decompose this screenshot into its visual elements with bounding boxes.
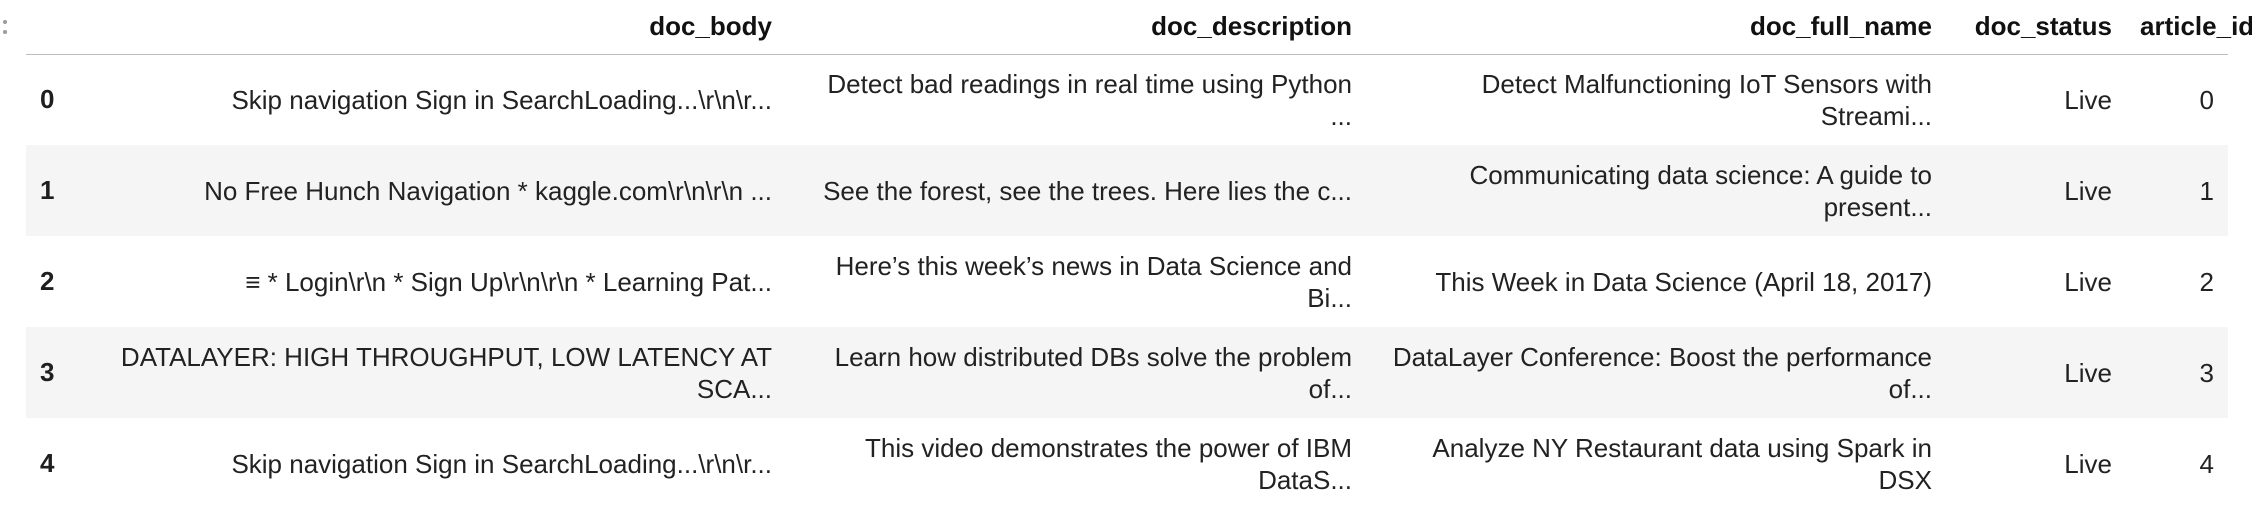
cell-doc-full-name: This Week in Data Science (April 18, 201… — [1435, 266, 1932, 297]
cell-doc-body: DATALAYER: HIGH THROUGHPUT, LOW LATENCY … — [120, 341, 772, 404]
cell-doc-full-name: DataLayer Conference: Boost the performa… — [1392, 341, 1932, 404]
row-index: 2 — [40, 266, 55, 296]
cell-article-id: 0 — [2199, 84, 2214, 115]
header-row: doc_body doc_description doc_full_name d… — [26, 0, 2252, 55]
cell-doc-description: See the forest, see the trees. Here lies… — [823, 175, 1352, 206]
column-header-doc-full-name: doc_full_name — [1366, 0, 1946, 55]
cell-doc-description: Learn how distributed DBs solve the prob… — [834, 341, 1352, 404]
dataframe-table: doc_body doc_description doc_full_name d… — [26, 0, 2252, 509]
column-header-doc-description: doc_description — [786, 0, 1366, 55]
column-header-doc-status: doc_status — [1946, 0, 2126, 55]
cell-article-id: 3 — [2199, 357, 2214, 388]
column-header-doc-body: doc_body — [66, 0, 786, 55]
table-row: 2 ≡ * Login\r\n * Sign Up\r\n\r\n * Lear… — [26, 236, 2228, 327]
row-index: 4 — [40, 448, 55, 478]
cell-article-id: 4 — [2199, 448, 2214, 479]
row-index: 3 — [40, 357, 55, 387]
cell-doc-full-name: Communicating data science: A guide to p… — [1469, 159, 1932, 222]
cell-doc-body: No Free Hunch Navigation * kaggle.com\r\… — [204, 175, 772, 206]
cell-doc-status: Live — [2064, 266, 2112, 297]
column-header-article-id: article_id — [2126, 0, 2252, 55]
cell-article-id: 2 — [2199, 266, 2214, 297]
table-row: 1 No Free Hunch Navigation * kaggle.com\… — [26, 145, 2228, 236]
table-row: 3 DATALAYER: HIGH THROUGHPUT, LOW LATENC… — [26, 327, 2228, 418]
cell-doc-body: ≡ * Login\r\n * Sign Up\r\n\r\n * Learni… — [245, 266, 772, 297]
dataframe-output: doc_body doc_description doc_full_name d… — [26, 0, 2252, 509]
row-index: 1 — [40, 175, 55, 205]
table-row: 0 Skip navigation Sign in SearchLoading.… — [26, 54, 2228, 145]
cell-doc-status: Live — [2064, 357, 2112, 388]
cell-doc-status: Live — [2064, 448, 2112, 479]
cell-article-id: 1 — [2199, 175, 2214, 206]
column-header-index — [26, 0, 66, 55]
cell-doc-status: Live — [2064, 84, 2112, 115]
cell-doc-full-name: Analyze NY Restaurant data using Spark i… — [1432, 432, 1932, 495]
drag-handle-icon[interactable] — [2, 20, 8, 34]
drag-handle-dot — [3, 30, 7, 34]
row-index: 0 — [40, 84, 55, 115]
drag-handle-dot — [3, 20, 7, 24]
cell-doc-body: Skip navigation Sign in SearchLoading...… — [231, 448, 772, 479]
cell-doc-description: Here’s this week’s news in Data Science … — [835, 250, 1352, 313]
table-row: 4 Skip navigation Sign in SearchLoading.… — [26, 418, 2228, 509]
cell-doc-description: Detect bad readings in real time using P… — [827, 68, 1352, 131]
cell-doc-description: This video demonstrates the power of IBM… — [864, 432, 1352, 495]
cell-doc-status: Live — [2064, 175, 2112, 206]
cell-doc-full-name: Detect Malfunctioning IoT Sensors with S… — [1481, 68, 1932, 131]
cell-doc-body: Skip navigation Sign in SearchLoading...… — [231, 84, 772, 115]
